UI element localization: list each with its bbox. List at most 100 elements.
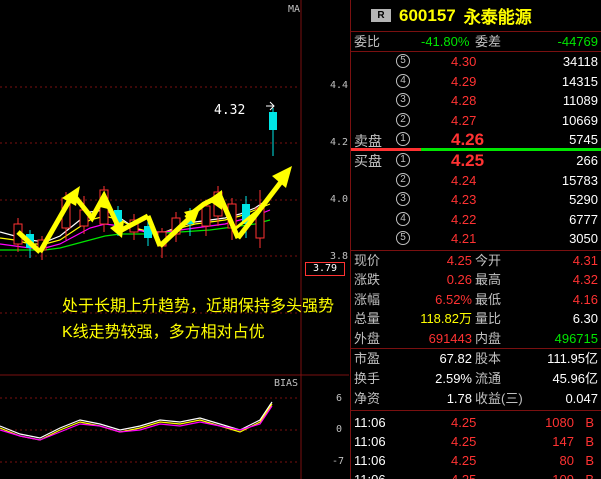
- stat-label-2: 最高: [475, 272, 502, 288]
- sell-volume: 10669: [561, 112, 598, 128]
- tick-time: 11:06: [354, 415, 386, 430]
- price-label-4-0: 4.0: [330, 194, 349, 205]
- buy-price: 4.22: [451, 211, 477, 227]
- extra-label-2: 收益(三): [475, 391, 523, 406]
- bias-line-2: [0, 403, 273, 441]
- stat-label: 总量: [354, 311, 381, 327]
- extra-row: 换手 2.59% 流通 45.96亿: [351, 369, 601, 388]
- sell-volume: 34118: [562, 54, 598, 69]
- weibi-value: -41.80%: [421, 34, 470, 49]
- buy-price: 4.23: [451, 192, 477, 208]
- sell-price: 4.30: [451, 54, 477, 69]
- extra-value: 2.59%: [435, 371, 472, 386]
- tick-row[interactable]: 11:06 4.25 80 B: [351, 451, 601, 470]
- stat-value: 118.82万: [420, 311, 472, 327]
- stat-row: 涨跌 0.26 最高 4.32: [351, 270, 601, 289]
- annotation-line-1: 处于长期上升趋势，近期保持多头强势: [62, 298, 335, 315]
- extra-value-2: 111.95亿: [547, 351, 598, 366]
- r-badge[interactable]: R: [371, 9, 391, 22]
- quote-panel: R 600157 永泰能源 委比 -41.80% 委差 -44769 5 4.30…: [350, 0, 601, 479]
- stat-value-2: 6.30: [572, 311, 598, 327]
- weibi-label: 委比: [354, 34, 381, 49]
- tick-price: 4.25: [451, 434, 477, 449]
- tick-row[interactable]: 11:06 4.25 1080 B: [351, 413, 601, 432]
- kline-chart-svg[interactable]: [0, 0, 349, 479]
- price-label-4-4: 4.4: [330, 80, 349, 91]
- buy-row: 1 4.25 266: [351, 151, 601, 170]
- sell-level-5: 5: [396, 54, 410, 68]
- weicha-value: -44769: [557, 34, 598, 49]
- buy-volume: 6777: [569, 211, 598, 227]
- stat-value: 0.26: [446, 272, 472, 288]
- extra-label-2: 流通: [475, 371, 502, 386]
- stock-name: 永泰能源: [463, 8, 532, 27]
- sell-level-2: 2: [396, 112, 410, 127]
- stat-label-2: 内盘: [475, 330, 502, 346]
- sell-row: 1 4.26 5745: [351, 130, 601, 149]
- sell-row: 4 4.29 14315: [351, 72, 601, 91]
- bias-line-3: [0, 405, 273, 441]
- tick-time: 11:06: [354, 453, 386, 468]
- stat-label-2: 最低: [475, 291, 502, 307]
- stat-value: 6.52%: [435, 291, 472, 307]
- weibi-row: 委比 -41.80% 委差 -44769: [351, 32, 601, 51]
- buy-price: 4.21: [451, 231, 477, 247]
- extra-value-2: 0.047: [565, 391, 598, 406]
- tick-price: 4.25: [451, 415, 477, 430]
- stat-row: 现价 4.25 今开 4.31: [351, 251, 601, 270]
- stat-label-2: 量比: [475, 311, 502, 327]
- extra-label-2: 股本: [475, 351, 502, 366]
- stat-row: 外盘 691443 内盘 496715: [351, 329, 601, 348]
- price-label-3-8: 3.8: [330, 251, 349, 262]
- sell-row: 2 4.27 10669: [351, 111, 601, 130]
- stat-label: 涨跌: [354, 272, 381, 288]
- buy-volume: 5290: [569, 192, 598, 208]
- tick-price: 4.25: [451, 470, 476, 479]
- sell-level-4: 4: [396, 73, 410, 88]
- buy-level-4: 4: [396, 211, 410, 226]
- stat-value-2: 4.31: [572, 253, 598, 268]
- stock-code: 600157: [399, 5, 456, 25]
- buy-row: 2 4.24 15783: [351, 171, 601, 190]
- stat-label: 涨幅: [354, 291, 381, 307]
- tick-time: 11:06: [354, 470, 386, 479]
- stat-value-2: 4.16: [572, 291, 598, 307]
- tick-time: 11:06: [354, 434, 386, 449]
- stat-label-2: 今开: [475, 253, 502, 268]
- sell-level-3: 3: [396, 93, 410, 108]
- sell-price: 4.26: [451, 130, 485, 150]
- extra-value: 67.82: [439, 351, 472, 366]
- stat-value-2: 4.32: [572, 272, 598, 288]
- kline-chart-area[interactable]: MA 4.4 4.2 4.0 3.8 3.79 4.32 BIAS 6 0 -7…: [0, 0, 349, 479]
- buy-level-3: 3: [396, 192, 410, 207]
- tick-row[interactable]: 11:06 4.25 147 B: [351, 432, 601, 451]
- sell-row: 5 4.30 34118: [351, 52, 601, 71]
- extra-value-2: 45.96亿: [552, 371, 598, 386]
- bias-line-1: [0, 401, 273, 439]
- tick-flag: B: [585, 470, 594, 479]
- buy-row: 3 4.23 5290: [351, 190, 601, 209]
- stat-value: 4.25: [446, 253, 472, 268]
- stat-value-2: 496715: [554, 330, 598, 346]
- buy-level-5: 5: [396, 231, 410, 246]
- stat-row: 总量 118.82万 量比 6.30: [351, 309, 601, 328]
- stat-label: 现价: [354, 253, 381, 268]
- bias-label-minus-7: -7: [332, 456, 345, 467]
- stat-value: 691443: [428, 330, 472, 346]
- sell-price: 4.29: [451, 73, 477, 89]
- tick-volume: 1080: [545, 415, 574, 430]
- tick-volume: 109: [552, 470, 574, 479]
- buy-level-1: 1: [396, 153, 410, 167]
- stock-header: R 600157 永泰能源: [351, 0, 601, 32]
- tick-flag: B: [585, 453, 594, 468]
- sub-indicator-label: BIAS: [274, 378, 299, 389]
- tick-price: 4.25: [451, 453, 477, 468]
- tick-volume: 147: [552, 434, 574, 449]
- sell-volume: 11089: [562, 93, 598, 109]
- tick-flag: B: [585, 434, 594, 449]
- tick-flag: B: [585, 415, 594, 430]
- sell-volume: 5745: [569, 132, 598, 148]
- buy-row: 4 4.22 6777: [351, 210, 601, 229]
- tick-row[interactable]: 11:06 4.25 109 B: [351, 470, 601, 479]
- buy-volume: 266: [576, 153, 598, 168]
